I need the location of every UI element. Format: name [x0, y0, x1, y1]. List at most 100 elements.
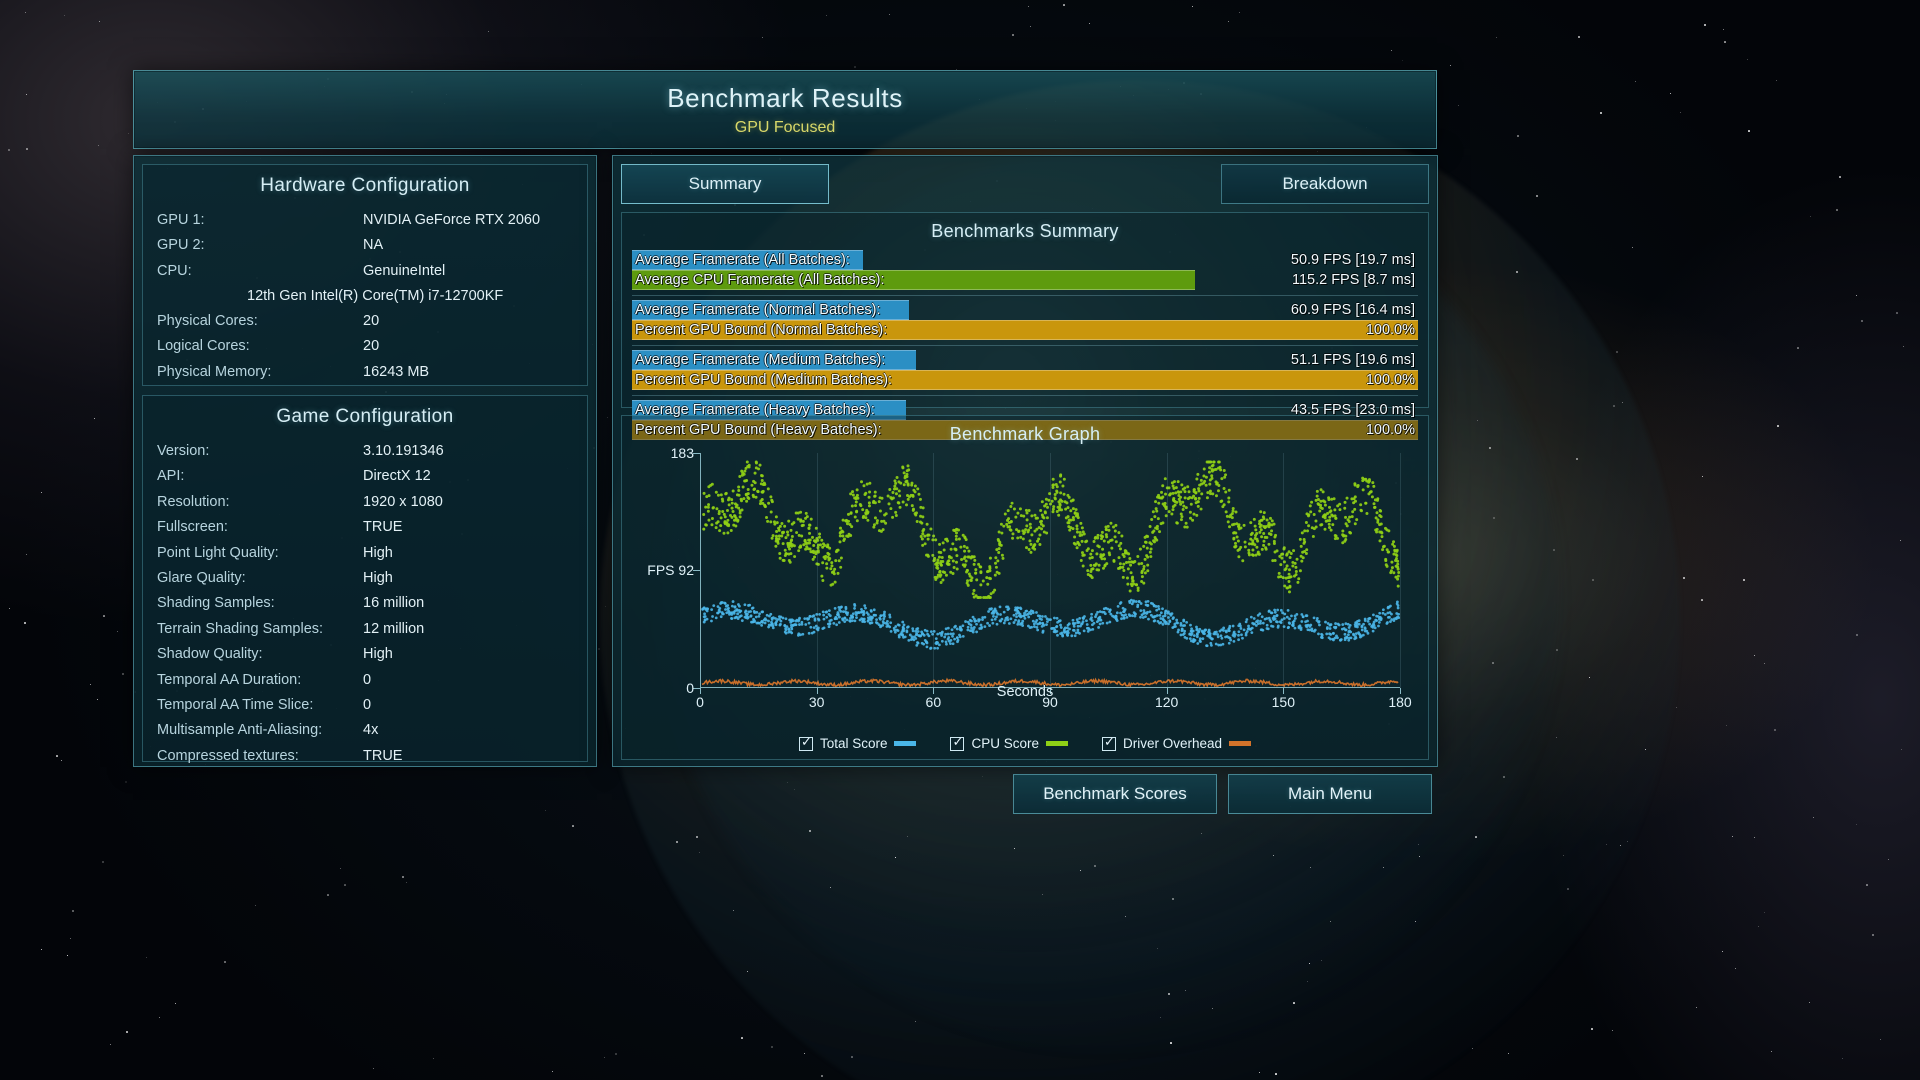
config-row-value: NA — [363, 237, 384, 254]
y-tick-mark — [693, 453, 700, 454]
benchmarks-summary-title: Benchmarks Summary — [931, 221, 1119, 241]
legend-item[interactable]: Driver Overhead — [1102, 735, 1252, 751]
config-row-key: Physical Cores: — [157, 313, 258, 330]
config-row-key: Shadow Quality: — [157, 646, 263, 663]
config-row: Terrain Shading Samples: 12 million — [157, 617, 573, 642]
grid-line — [933, 453, 935, 688]
summary-bar-row: Average CPU Framerate (All Batches): 115.… — [632, 270, 1418, 290]
benchmarks-summary-rows: Average Framerate (All Batches): 50.9 FPS… — [632, 250, 1418, 440]
config-row-key: Temporal AA Duration: — [157, 671, 302, 688]
config-row-value: 4x — [363, 722, 379, 739]
summary-bar-value: 50.9 FPS [19.7 ms] — [1290, 252, 1415, 268]
main-menu-button[interactable]: Main Menu — [1228, 774, 1432, 814]
summary-bar-value: 100.0% — [1365, 322, 1415, 338]
config-row: 12th Gen Intel(R) Core(TM) i7-12700KF — [157, 284, 573, 309]
legend-label: Driver Overhead — [1123, 736, 1223, 751]
chart-legend: Total Score CPU Score Driver Overhead — [622, 735, 1428, 751]
config-row: Logical Cores: 20 — [157, 334, 573, 359]
game-rows: Version: 3.10.191346 API: DirectX 12 Resolut… — [157, 439, 573, 769]
config-row-value: 12th Gen Intel(R) Core(TM) i7-12700KF — [247, 287, 504, 304]
config-row: Temporal AA Duration: 0 — [157, 668, 573, 693]
benchmarks-summary-box: Benchmarks Summary Average Framerate (Al… — [621, 212, 1429, 440]
summary-bar-label: Average Framerate (Heavy Batches): — [635, 402, 875, 418]
results-header: Benchmark Results GPU Focused — [133, 70, 1437, 149]
config-row-value: High — [363, 544, 393, 561]
summary-bar-row: Average Framerate (Medium Batches): 51.1 … — [632, 350, 1418, 370]
summary-bar-value: 115.2 FPS [8.7 ms] — [1291, 272, 1415, 288]
x-axis-label: Seconds — [996, 684, 1054, 700]
legend-color-swatch — [1229, 741, 1252, 746]
config-row-value: 0 — [363, 697, 372, 714]
config-row-key: Shading Samples: — [157, 595, 275, 612]
summary-bar-label: Average CPU Framerate (All Batches): — [635, 272, 885, 288]
legend-color-swatch — [894, 741, 917, 746]
tab-summary-label: Summary — [688, 174, 762, 193]
config-row: Point Light Quality: High — [157, 541, 573, 566]
config-row: CPU: GenuineIntel — [157, 259, 573, 284]
config-row-key: Physical Memory: — [157, 363, 272, 380]
config-row-key: Glare Quality: — [157, 570, 246, 587]
summary-bar-value: 43.5 FPS [23.0 ms] — [1290, 402, 1415, 418]
summary-bar-label: Percent GPU Bound (Normal Batches): — [635, 322, 888, 338]
config-row-key: Logical Cores: — [157, 338, 250, 355]
y-tick-label: 183 — [670, 445, 694, 461]
game-configuration-title: Game Configuration — [276, 406, 454, 427]
config-row: Fullscreen: TRUE — [157, 515, 573, 540]
config-row-key: API: — [157, 468, 185, 485]
y-tick-label: FPS 92 — [647, 561, 694, 578]
config-row-value: DirectX 12 — [363, 468, 431, 485]
configuration-panel: Hardware Configuration GPU 1: NVIDIA GeFo… — [133, 155, 597, 767]
legend-checkbox[interactable] — [950, 735, 965, 751]
config-row-value: 20 — [363, 313, 380, 330]
results-tabs: Summary Breakdown — [621, 164, 1429, 204]
config-row-key: GPU 2: — [157, 237, 205, 254]
config-row-value: TRUE — [363, 519, 403, 536]
config-row-key: Point Light Quality: — [157, 544, 279, 561]
config-row-key: Version: — [157, 443, 210, 459]
legend-item[interactable]: CPU Score — [950, 735, 1069, 751]
tab-breakdown-label: Breakdown — [1282, 174, 1368, 193]
summary-bar-label: Average Framerate (Normal Batches): — [635, 302, 881, 318]
config-row: API: DirectX 12 — [157, 464, 573, 489]
summary-bar-row: Average Framerate (All Batches): 50.9 FPS… — [632, 250, 1418, 270]
summary-bar-label: Average Framerate (Medium Batches): — [635, 352, 886, 368]
hardware-rows: GPU 1: NVIDIA GeForce RTX 2060 GPU 2: NA CPU… — [157, 208, 573, 385]
legend-checkbox[interactable] — [798, 735, 813, 751]
config-row-value: 1920 x 1080 — [363, 493, 443, 510]
summary-bar-label: Percent GPU Bound (Heavy Batches): — [635, 422, 882, 438]
summary-bar-value: 60.9 FPS [16.4 ms] — [1290, 302, 1415, 318]
summary-row-separator — [632, 340, 1418, 346]
legend-color-swatch — [1046, 741, 1069, 746]
config-row: GPU 1: NVIDIA GeForce RTX 2060 — [157, 208, 573, 233]
summary-bar-row: Average Framerate (Normal Batches): 60.9 … — [632, 300, 1418, 320]
config-row-value: 16 million — [363, 595, 425, 612]
config-row-value: TRUE — [363, 747, 403, 764]
tab-summary[interactable]: Summary — [621, 164, 829, 204]
config-row-value: 16243 MB — [363, 363, 430, 380]
benchmark-scores-label: Benchmark Scores — [1043, 784, 1187, 803]
config-row-key: Resolution: — [157, 493, 230, 510]
summary-bar-label: Average Framerate (All Batches): — [635, 252, 850, 268]
legend-item[interactable]: Total Score — [798, 735, 917, 751]
legend-label: CPU Score — [971, 736, 1040, 751]
hardware-configuration-box: Hardware Configuration GPU 1: NVIDIA GeFo… — [142, 164, 588, 386]
config-row-value: High — [363, 570, 393, 587]
legend-label: Total Score — [819, 736, 888, 751]
benchmark-scores-button[interactable]: Benchmark Scores — [1013, 774, 1217, 814]
config-row-key: Temporal AA Time Slice: — [157, 697, 314, 714]
plot-area: 0 30 60 90 120 150 180 0 FPS 92 183 — [647, 445, 1411, 710]
tab-breakdown[interactable]: Breakdown — [1221, 164, 1429, 204]
config-row-value: 20 — [363, 338, 380, 355]
grid-line — [816, 453, 818, 688]
config-row: GPU 2: NA — [157, 233, 573, 258]
config-row-value: GenuineIntel — [363, 262, 446, 279]
config-row: Resolution: 1920 x 1080 — [157, 490, 573, 515]
config-row-value: NVIDIA GeForce RTX 2060 — [363, 212, 541, 228]
config-row-value: 0 — [363, 671, 372, 688]
config-row: Glare Quality: High — [157, 566, 573, 591]
results-panel: Summary Breakdown Benchmarks Summary Ave… — [612, 155, 1438, 767]
config-row-value: High — [363, 646, 393, 663]
legend-checkbox[interactable] — [1102, 735, 1117, 751]
config-row-key: Fullscreen: — [157, 519, 228, 536]
summary-bar-row: Percent GPU Bound (Normal Batches): 100.0… — [632, 320, 1418, 340]
